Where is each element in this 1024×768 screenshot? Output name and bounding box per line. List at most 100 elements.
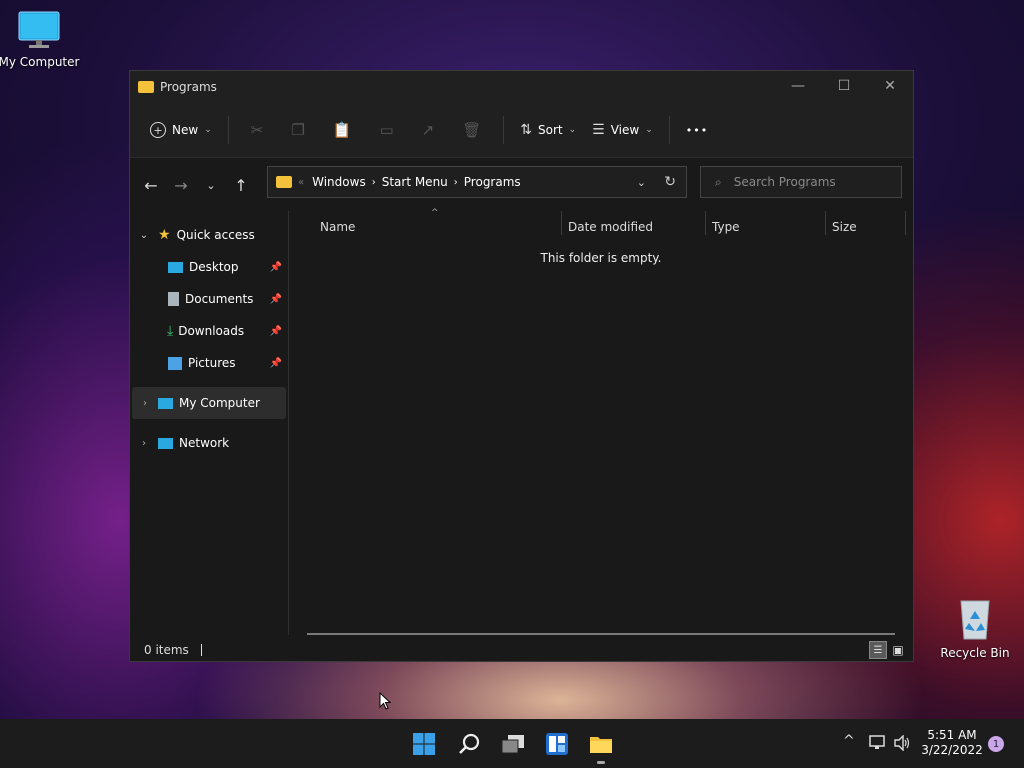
clock-time: 5:51 AM (927, 728, 977, 742)
pictures-icon (168, 356, 182, 370)
network-status-icon[interactable] (869, 735, 887, 751)
more-options-button[interactable]: ••• (678, 116, 716, 144)
recent-locations-chevron-icon[interactable]: ⌄ (196, 179, 226, 192)
sidebar-item-label: Documents (185, 292, 254, 306)
documents-icon (168, 292, 179, 306)
up-arrow-icon[interactable]: ↑ (226, 176, 256, 195)
close-button[interactable]: ✕ (867, 71, 913, 101)
share-icon[interactable]: ↗ (408, 121, 449, 139)
paste-icon[interactable]: 📋 (319, 121, 366, 139)
new-button[interactable]: + New ⌄ (142, 116, 220, 144)
pin-icon: 📌 (269, 261, 282, 273)
view-button[interactable]: ☰ View ⌄ (584, 116, 661, 144)
widgets-icon (546, 733, 568, 755)
pin-icon: 📌 (269, 293, 282, 305)
back-arrow-icon[interactable]: ← (136, 176, 166, 195)
search-input[interactable] (731, 174, 886, 190)
sidebar-item-pictures[interactable]: Pictures 📌 (130, 347, 288, 379)
cut-icon[interactable]: ✂ (237, 121, 278, 139)
column-separator[interactable] (561, 211, 562, 235)
chevron-down-icon: ⌄ (645, 125, 653, 135)
breadcrumb-start-menu[interactable]: Start Menu (382, 175, 448, 189)
sidebar-item-label: Network (179, 436, 230, 450)
task-view-icon (501, 735, 524, 754)
sidebar-item-label: Desktop (189, 260, 239, 274)
status-bar: 0 items ☰ ▣ (130, 639, 913, 661)
pin-icon: 📌 (269, 357, 282, 369)
task-view-button[interactable] (498, 729, 528, 759)
column-separator[interactable] (825, 211, 826, 235)
horizontal-scrollbar[interactable] (307, 633, 895, 635)
address-bar[interactable]: « Windows › Start Menu › Programs ⌄ ↻ (267, 166, 687, 198)
breadcrumb-programs[interactable]: Programs (464, 175, 521, 189)
column-header-type[interactable]: Type (712, 220, 740, 234)
start-button[interactable] (409, 729, 439, 759)
details-view-icon[interactable]: ☰ (869, 641, 887, 659)
column-separator[interactable] (905, 211, 906, 235)
expand-chevron-icon[interactable]: ⌄ (130, 230, 158, 241)
show-hidden-icons-chevron-icon[interactable]: ^ (843, 733, 855, 749)
minimize-button[interactable]: — (775, 71, 821, 101)
overflow-icon[interactable]: « (298, 177, 304, 188)
column-header-name[interactable]: Name (320, 220, 355, 234)
expand-chevron-icon[interactable]: › (130, 438, 158, 449)
address-dropdown-icon[interactable]: ⌄ (637, 176, 646, 189)
clock[interactable]: 5:51 AM 3/22/2022 (920, 728, 984, 758)
computer-icon (158, 397, 173, 409)
file-list-area[interactable]: ^ Name Date modified Type Size This fold… (289, 208, 913, 635)
notification-badge[interactable]: 1 (988, 736, 1004, 752)
command-bar: + New ⌄ ✂ ❐ 📋 ▭ ↗ 🗑 ⇅ Sort ⌄ ☰ View ⌄ ••… (130, 103, 913, 158)
pin-icon: 📌 (269, 325, 282, 337)
search-button[interactable] (454, 729, 484, 759)
sidebar-item-network[interactable]: › Network (130, 427, 288, 459)
view-label: View (610, 123, 640, 137)
sidebar-item-my-computer[interactable]: › My Computer (132, 387, 286, 419)
clock-date: 3/22/2022 (921, 743, 983, 757)
search-box[interactable]: ⌕ (700, 166, 902, 198)
window-title: Programs (160, 80, 217, 94)
separator (227, 116, 229, 144)
download-icon: ⤓ (167, 323, 174, 339)
expand-chevron-icon[interactable]: › (132, 398, 158, 409)
column-header-row: ^ Name Date modified Type Size (289, 208, 913, 243)
desktop-icon-my-computer[interactable]: My Computer (0, 10, 84, 69)
column-header-size[interactable]: Size (832, 220, 857, 234)
status-divider (200, 644, 202, 656)
large-icons-view-icon[interactable]: ▣ (889, 641, 907, 659)
separator (503, 116, 505, 144)
sidebar-item-documents[interactable]: Documents 📌 (130, 283, 288, 315)
chevron-right-icon: › (453, 176, 458, 188)
taskbar: ^ 5:51 AM 3/22/2022 1 (0, 719, 1024, 768)
sidebar-item-quick-access[interactable]: ⌄ ★ Quick access (130, 219, 288, 251)
sidebar-item-downloads[interactable]: ⤓ Downloads 📌 (130, 315, 288, 347)
file-explorer-taskbar-button[interactable] (586, 729, 616, 759)
chevron-down-icon: ⌄ (204, 125, 212, 135)
chevron-right-icon: › (371, 176, 376, 188)
breadcrumb-windows[interactable]: Windows (312, 175, 366, 189)
desktop-icon-recycle-bin[interactable]: Recycle Bin (930, 597, 1020, 660)
network-icon (158, 437, 173, 449)
chevron-down-icon: ⌄ (568, 125, 577, 135)
column-header-date-modified[interactable]: Date modified (568, 220, 653, 234)
sort-label: Sort (538, 123, 563, 137)
column-separator[interactable] (705, 211, 706, 235)
title-bar[interactable]: Programs — ☐ ✕ (130, 71, 913, 103)
navigation-pane: ⌄ ★ Quick access Desktop 📌 Documents 📌 ⤓… (130, 211, 288, 635)
desktop-recycle-bin-label: Recycle Bin (940, 646, 1010, 660)
empty-folder-message: This folder is empty. (540, 251, 662, 265)
sidebar-item-desktop[interactable]: Desktop 📌 (130, 251, 288, 283)
item-count: 0 items (144, 643, 189, 657)
sort-button[interactable]: ⇅ Sort ⌄ (512, 116, 584, 144)
refresh-icon[interactable]: ↻ (664, 174, 676, 190)
widgets-button[interactable] (542, 729, 572, 759)
rename-icon[interactable]: ▭ (365, 121, 407, 139)
monitor-icon (18, 11, 60, 48)
desktop-my-computer-label: My Computer (0, 55, 80, 69)
sort-ascending-icon: ^ (431, 208, 439, 218)
forward-arrow-icon[interactable]: → (166, 176, 196, 195)
volume-icon[interactable] (893, 735, 911, 751)
delete-icon[interactable]: 🗑 (448, 121, 495, 139)
copy-icon[interactable]: ❐ (277, 121, 318, 139)
maximize-button[interactable]: ☐ (821, 71, 867, 101)
sidebar-item-label: Quick access (176, 228, 255, 242)
